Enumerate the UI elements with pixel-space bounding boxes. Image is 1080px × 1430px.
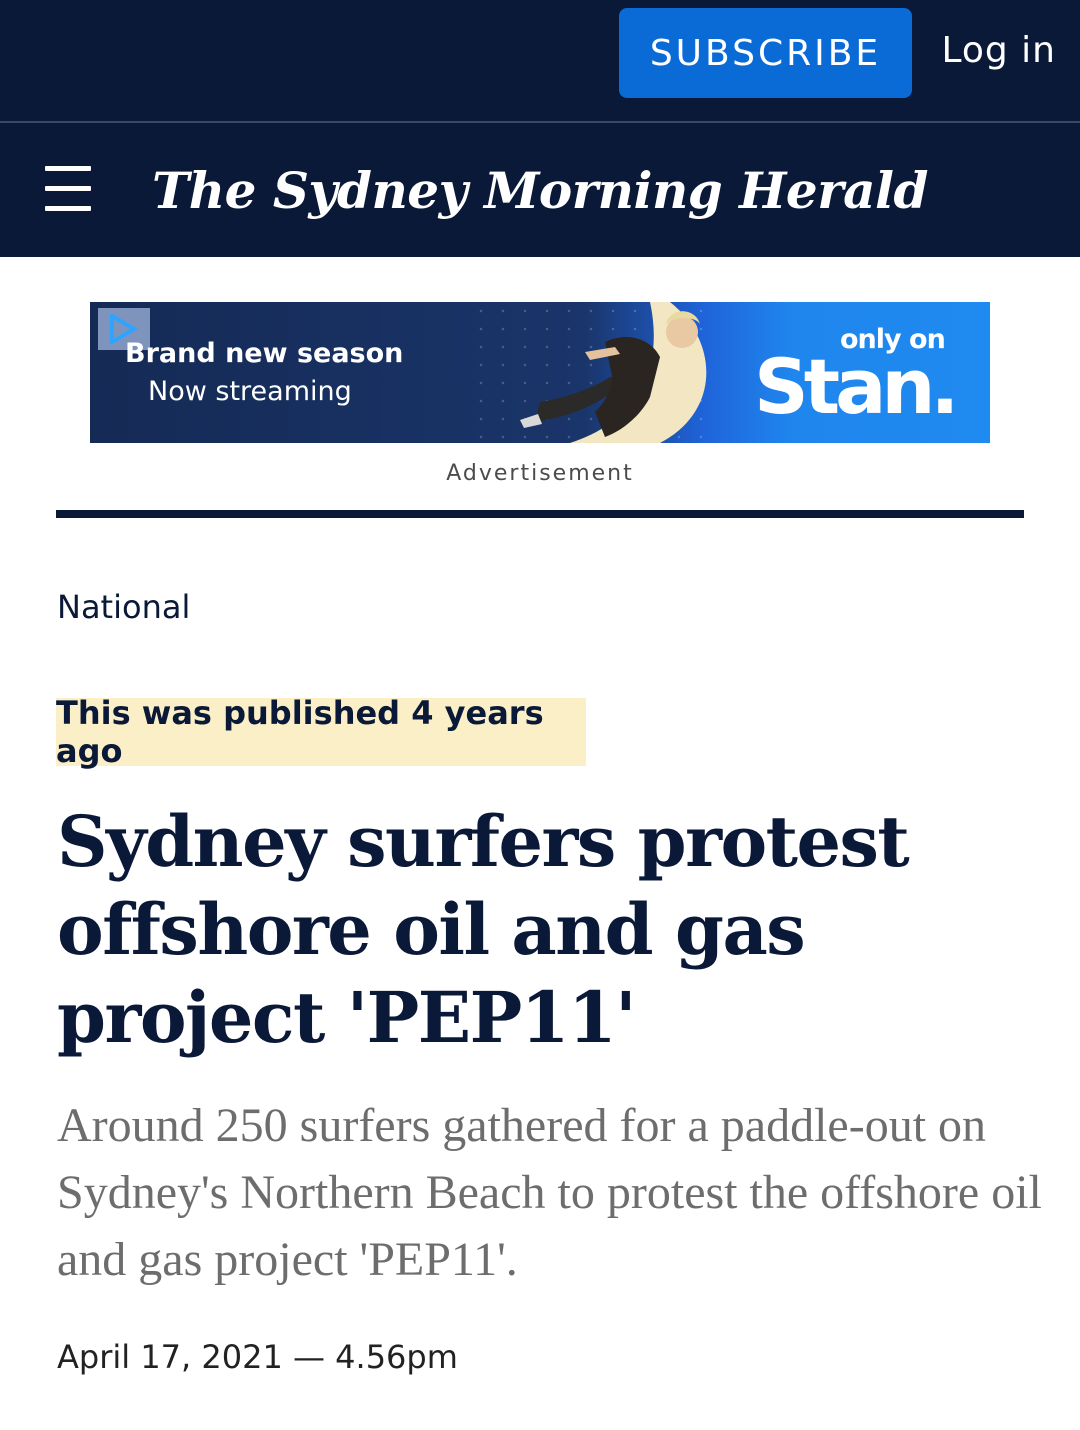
top-bar: SUBSCRIBE Log in: [0, 0, 1080, 121]
ad-moon-figure-image: [520, 302, 707, 443]
subscribe-button[interactable]: SUBSCRIBE: [619, 8, 912, 98]
advertisement-label: Advertisement: [446, 461, 634, 486]
advertisement-banner[interactable]: Brand new season Now streaming only on S…: [90, 302, 990, 443]
article-headline: Sydney surfers protest offshore oil and …: [57, 800, 910, 1059]
section-rule: [56, 510, 1024, 518]
published-age-badge: This was published 4 years ago: [56, 694, 586, 770]
ad-brand-logo: Stan.: [754, 342, 959, 431]
article-dateline: April 17, 2021 — 4.56pm: [57, 1338, 458, 1376]
masthead-bar: The Sydney Morning Herald: [0, 123, 1080, 257]
section-link[interactable]: National: [57, 588, 190, 626]
ad-headline: Brand new season: [125, 338, 404, 369]
masthead-logo[interactable]: The Sydney Morning Herald: [0, 123, 1080, 257]
ad-subline: Now streaming: [148, 376, 352, 407]
article-standfirst: Around 250 surfers gathered for a paddle…: [57, 1099, 1042, 1286]
login-link[interactable]: Log in: [941, 30, 1056, 71]
